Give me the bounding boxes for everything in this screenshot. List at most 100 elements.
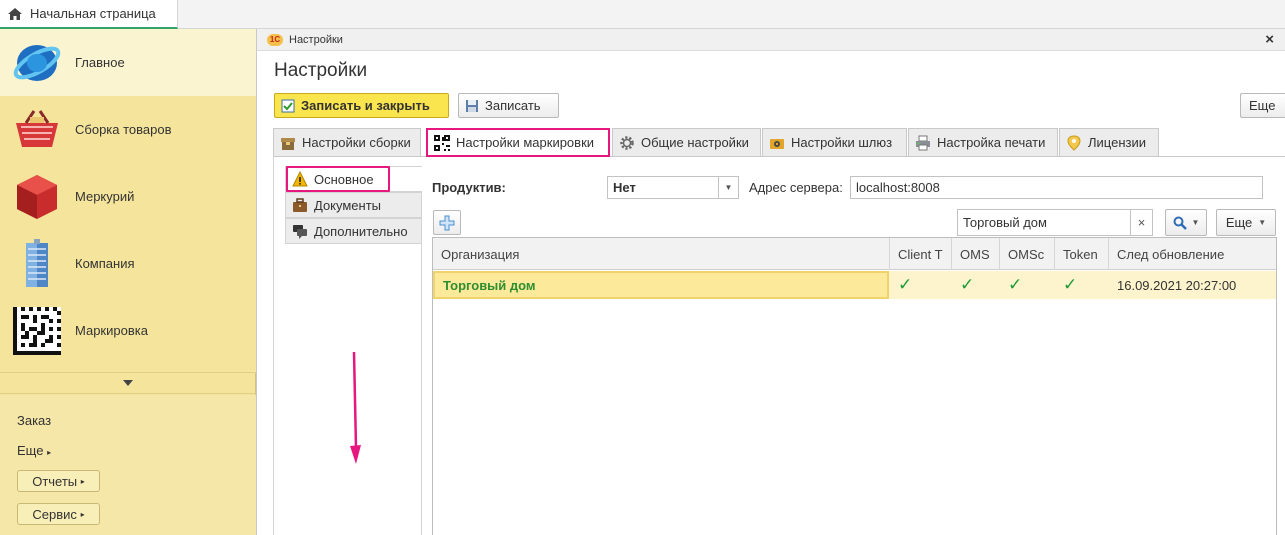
nav-additional-label: Дополнительно [314, 223, 408, 239]
productive-value: Нет [613, 180, 636, 195]
column-header-oms[interactable]: OMS [952, 238, 1000, 270]
reports-button[interactable]: Отчеты ▸ [17, 470, 100, 492]
more-actions-button[interactable]: Еще [1240, 93, 1285, 118]
save-button[interactable]: Записать [458, 93, 559, 118]
chevron-right-icon: ▸ [80, 476, 85, 486]
cube-icon [12, 172, 62, 222]
building-icon [12, 238, 62, 289]
server-address-input[interactable]: localhost:8008 [850, 176, 1263, 199]
settings-nav: Основное Документы Дополнительно [285, 166, 422, 535]
section-company-label: Компания [75, 256, 135, 271]
server-address-value: localhost:8008 [856, 180, 940, 195]
tab-marking-settings[interactable]: Настройки маркировки [426, 128, 610, 157]
datamatrix-icon [12, 306, 62, 356]
table-header: Организация Client T OMS OMSc Token След… [433, 238, 1276, 270]
column-header-token[interactable]: Token [1055, 238, 1109, 270]
oms-cell[interactable]: ✓ [952, 271, 1000, 299]
chevron-right-icon: ▸ [80, 509, 85, 519]
floppy-icon [466, 99, 478, 112]
expand-sections-button[interactable] [0, 372, 256, 394]
more-actions-label: Еще [1249, 98, 1276, 113]
left-panel-commands: Заказ Еще ▸ Отчеты ▸ Сервис ▸ [0, 395, 256, 535]
tabs-underline [273, 156, 1285, 157]
omsc-cell[interactable]: ✓ [1000, 271, 1055, 299]
section-assembly[interactable]: Сборка товаров [0, 96, 256, 163]
sections-panel: Главное Сборка товаров Меркурий Компания… [0, 29, 256, 535]
form-title: Настройки [274, 60, 368, 81]
home-icon [8, 7, 22, 20]
add-button[interactable] [433, 210, 461, 235]
save-and-close-button[interactable]: Записать и закрыть [274, 93, 449, 118]
productive-label: Продуктив: [432, 180, 506, 195]
chevron-down-icon: ▼ [1191, 218, 1200, 227]
license-icon [1067, 134, 1081, 151]
section-main[interactable]: Главное [0, 29, 256, 96]
section-marking[interactable]: Маркировка [0, 297, 256, 364]
next-update-cell[interactable]: 16.09.2021 20:27:00 [1109, 271, 1276, 299]
client-t-cell[interactable]: ✓ [890, 271, 952, 299]
search-input[interactable]: Торговый дом × [957, 209, 1153, 236]
order-link[interactable]: Заказ [17, 413, 51, 428]
save-and-close-label: Записать и закрыть [301, 98, 430, 113]
tab-label: Настройка печати [937, 135, 1046, 150]
nav-documents-label: Документы [314, 197, 382, 213]
app-logo-icon: 1С [267, 34, 283, 46]
chevron-right-icon: ▸ [47, 448, 52, 457]
home-tab[interactable]: Начальная страница [0, 0, 178, 29]
chevron-down-icon: ▼ [1258, 218, 1267, 227]
column-header-client-t[interactable]: Client T [890, 238, 952, 270]
plus-icon [439, 215, 455, 230]
section-mercury[interactable]: Меркурий [0, 163, 256, 230]
check-icon: ✓ [1008, 275, 1023, 294]
organization-cell[interactable]: Торговый дом [433, 271, 889, 299]
column-header-next-update[interactable]: След обновление [1109, 238, 1276, 270]
nav-additional[interactable]: Дополнительно [285, 218, 422, 244]
home-tab-label: Начальная страница [30, 6, 156, 21]
settings-window: 1С Настройки × Настройки Записать и закр… [256, 29, 1285, 535]
productive-select[interactable]: Нет ▼ [607, 176, 739, 199]
top-bar: Начальная страница [0, 0, 1285, 29]
tab-assembly-settings[interactable]: Настройки сборки [273, 128, 421, 156]
tab-licenses[interactable]: Лицензии [1059, 128, 1159, 156]
table-more-label: Еще [1225, 215, 1253, 230]
tab-label: Настройки шлюз [791, 135, 893, 150]
chevron-down-icon [123, 380, 133, 386]
check-icon: ✓ [960, 275, 975, 294]
server-address-label: Адрес сервера: [749, 180, 843, 195]
chevron-down-icon[interactable]: ▼ [718, 177, 738, 198]
annotation-arrow [350, 352, 361, 464]
printer-icon [916, 135, 930, 150]
search-icon [1173, 216, 1187, 230]
tab-label: Настройки маркировки [456, 135, 595, 150]
window-title-bar: 1С Настройки × [257, 29, 1285, 51]
tab-gateway-settings[interactable]: Настройки шлюз [762, 128, 907, 156]
gateway-icon [770, 138, 784, 149]
section-marking-label: Маркировка [75, 323, 148, 338]
service-button[interactable]: Сервис ▸ [17, 503, 100, 525]
qr-icon [434, 134, 450, 151]
search-button[interactable]: ▼ [1165, 209, 1207, 236]
window-title: Настройки [289, 33, 343, 46]
nav-documents[interactable]: Документы [285, 192, 422, 218]
more-link[interactable]: Еще ▸ [17, 443, 51, 458]
close-icon[interactable]: × [1265, 31, 1274, 48]
check-icon: ✓ [1063, 275, 1078, 294]
clear-search-icon[interactable]: × [1130, 210, 1152, 235]
save-check-icon [281, 99, 295, 112]
save-label: Записать [485, 98, 541, 113]
column-header-omsc[interactable]: OMSc [1000, 238, 1055, 270]
tab-label: Общие настройки [641, 135, 749, 150]
section-assembly-label: Сборка товаров [75, 122, 172, 137]
column-header-organization[interactable]: Организация [433, 238, 890, 270]
tab-general-settings[interactable]: Общие настройки [612, 128, 761, 156]
briefcase-icon [293, 198, 307, 212]
table-more-button[interactable]: Еще ▼ [1216, 209, 1276, 236]
table-row[interactable]: Торговый дом ✓ ✓ ✓ ✓ 16.09.2021 20:27:00 [433, 271, 1276, 299]
token-cell[interactable]: ✓ [1055, 271, 1109, 299]
section-company[interactable]: Компания [0, 230, 256, 297]
search-value: Торговый дом [963, 215, 1047, 230]
globe-icon [12, 38, 62, 88]
tab-print-settings[interactable]: Настройка печати [908, 128, 1058, 156]
gear-icon [620, 135, 634, 150]
service-button-label: Сервис [32, 506, 77, 522]
